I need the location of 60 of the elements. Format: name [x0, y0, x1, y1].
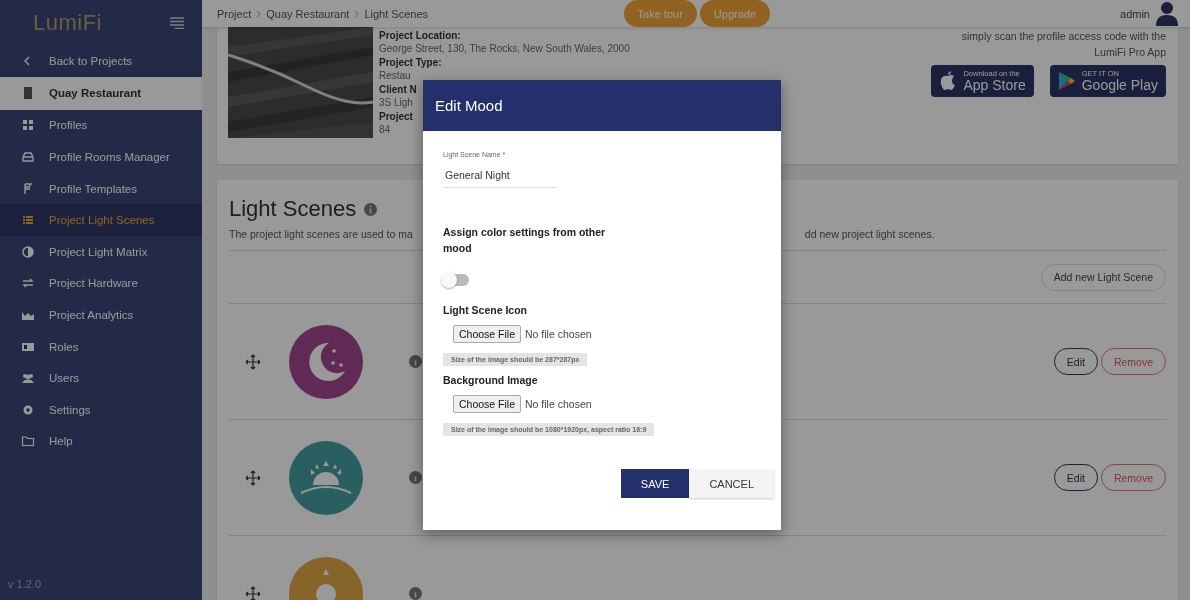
field-value: Restau	[379, 69, 411, 82]
sidebar-item[interactable]: Project Analytics	[0, 299, 202, 331]
field-label: Background Image	[443, 374, 538, 386]
move-icon[interactable]	[245, 585, 261, 600]
sidebar-item[interactable]: Back to Projects	[0, 45, 202, 77]
choose-file-button[interactable]: Choose File	[453, 395, 522, 413]
field-label: Project	[379, 110, 413, 123]
sidebar-item[interactable]: Roles	[0, 330, 202, 363]
field-label: Project Type:	[379, 56, 442, 69]
field-value: 3S Ligh	[379, 96, 413, 109]
sidebar-item[interactable]: Users	[0, 362, 202, 394]
breadcrumb-link[interactable]: Light Scenes	[364, 7, 428, 20]
user-avatar-icon[interactable]	[1156, 1, 1178, 26]
section-description: dd new project light scenes.	[804, 228, 935, 240]
flag-icon	[21, 181, 35, 196]
sidebar-item[interactable]: Settings	[0, 393, 202, 426]
menu-icon[interactable]	[170, 16, 184, 29]
section-title: Light Scenes	[229, 196, 357, 222]
user-name[interactable]: admin	[1120, 7, 1150, 20]
field-label: Project Location:	[379, 29, 461, 42]
file-status: No file chosen	[525, 398, 592, 410]
info-icon[interactable]	[409, 355, 422, 368]
users-icon	[21, 371, 35, 386]
app-note: simply scan the profile access code with the LumiFi Pro App	[960, 29, 1166, 60]
sidebar-item[interactable]: Project Light Scenes	[0, 204, 202, 236]
section-description: The project light scenes are used to ma	[229, 228, 413, 240]
chevron-icon	[354, 9, 360, 18]
sidebar-item[interactable]: Help	[0, 425, 202, 458]
remove-button[interactable]: Remove	[1100, 464, 1166, 491]
folder-icon	[21, 434, 35, 449]
file-status: No file chosen	[525, 328, 592, 340]
grid-icon	[21, 118, 35, 133]
add-scene-button[interactable]: Add new Light Scene	[1040, 263, 1166, 291]
move-icon[interactable]	[245, 469, 261, 486]
field-label: Client N	[379, 83, 417, 96]
remove-button[interactable]: Remove	[1100, 348, 1166, 375]
dialog-title: Edit Mood	[435, 97, 503, 114]
move-icon[interactable]	[245, 353, 261, 370]
edit-button[interactable]: Edit	[1053, 464, 1098, 491]
save-button[interactable]: SAVE	[620, 469, 690, 498]
info-icon[interactable]	[364, 202, 378, 216]
field-value: 84	[379, 123, 391, 136]
info-icon[interactable]	[409, 587, 422, 600]
sidebar-item[interactable]: Profile Rooms Manager	[0, 141, 202, 173]
sidebar-item[interactable]: Quay Restaurant	[0, 76, 202, 110]
field-label: Assign color settings from other mood	[443, 225, 607, 256]
breadcrumb-link[interactable]: Quay Restaurant	[266, 7, 350, 20]
edit-button[interactable]: Edit	[1053, 348, 1098, 375]
choose-file-button[interactable]: Choose File	[453, 325, 522, 343]
breadcrumb-link[interactable]: Project	[217, 7, 252, 20]
toggle-switch[interactable]	[443, 274, 469, 286]
cancel-button[interactable]: CANCEL	[689, 469, 774, 498]
app-logo: LumiFi	[33, 9, 102, 36]
field-value: George Street, 130, The Rocks, New South Wales, 2000	[379, 42, 630, 55]
chevron-icon	[256, 9, 262, 18]
sidebar-item[interactable]: Project Hardware	[0, 267, 202, 300]
version-label: v 1.2.0	[7, 578, 43, 592]
contrast-icon	[21, 244, 35, 259]
field-label: Light Scene Icon	[443, 304, 527, 316]
info-icon[interactable]	[409, 471, 422, 484]
